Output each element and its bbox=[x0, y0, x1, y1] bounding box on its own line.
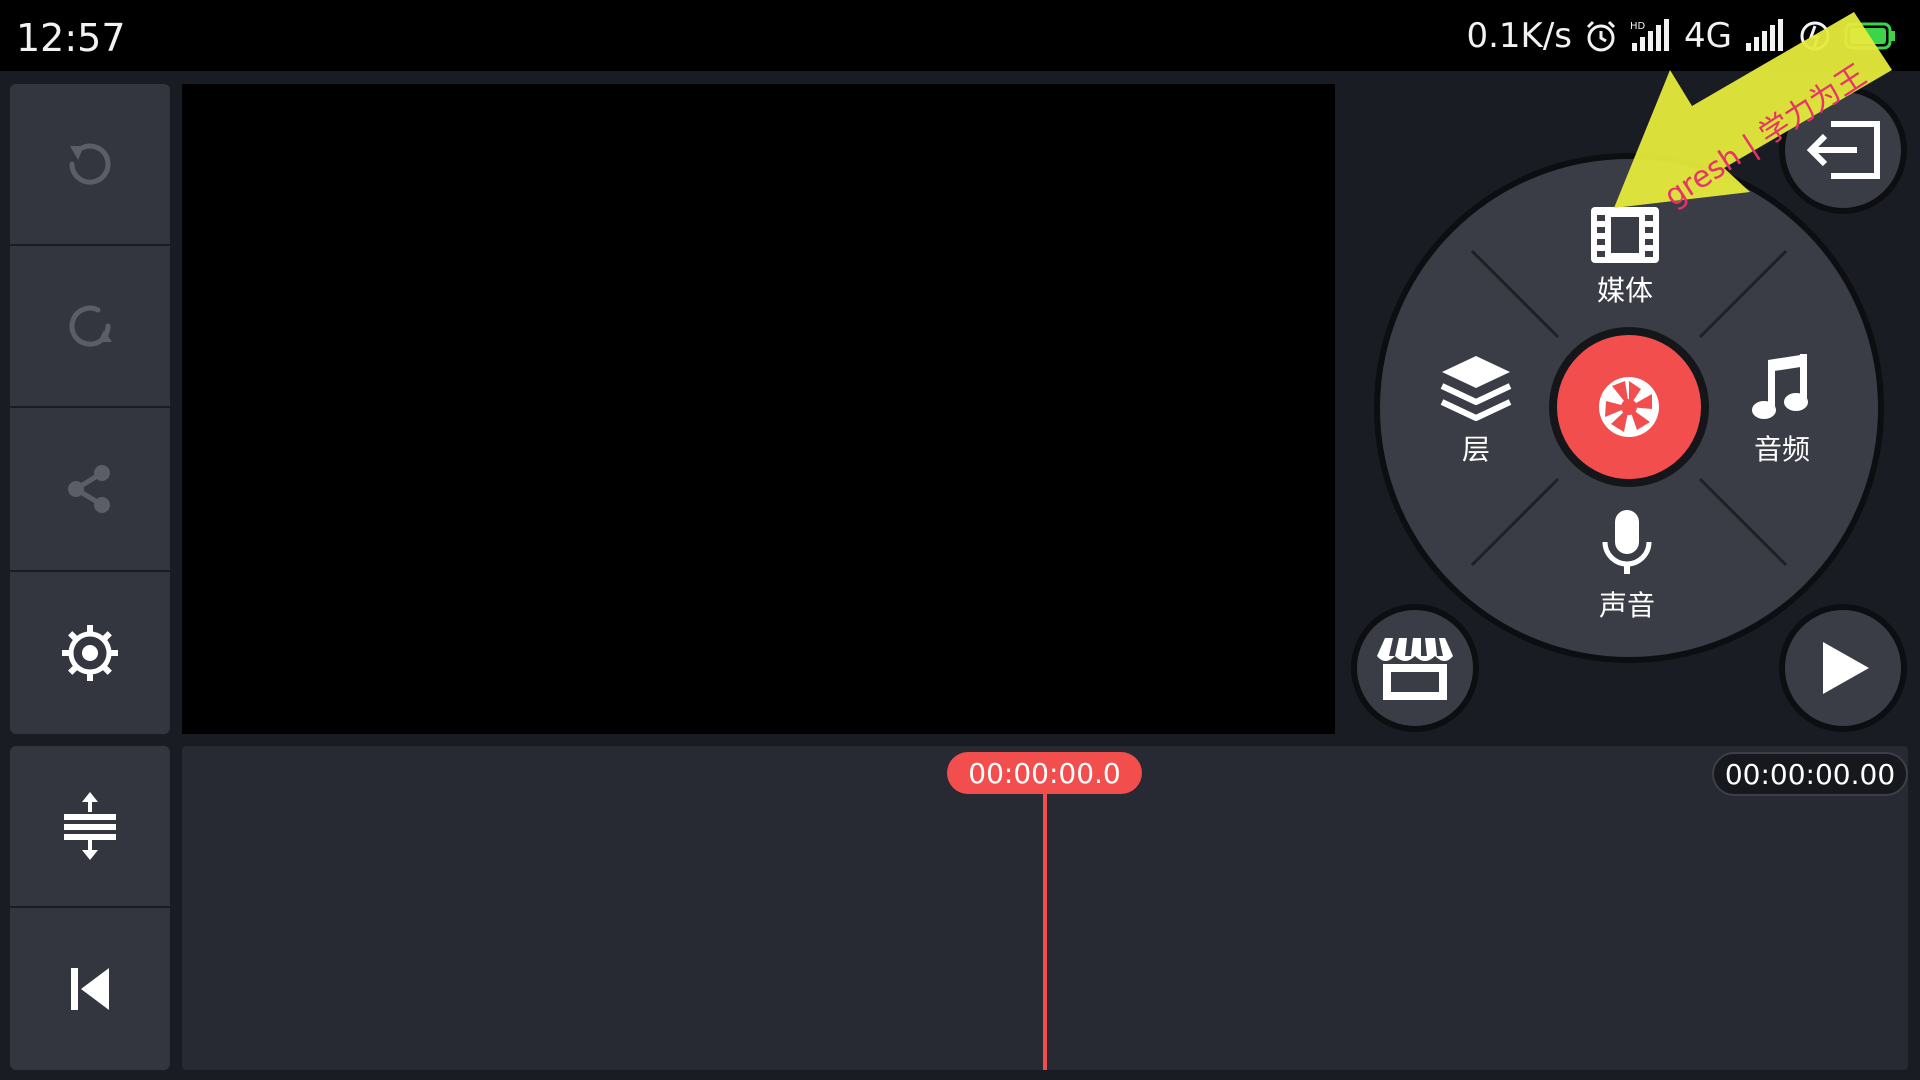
voice-menu-item[interactable]: 声音 bbox=[1599, 508, 1655, 624]
play-button[interactable] bbox=[1779, 604, 1907, 732]
voice-label: 声音 bbox=[1599, 589, 1656, 622]
microphone-icon bbox=[1602, 510, 1652, 574]
undo-icon bbox=[69, 143, 111, 185]
video-preview bbox=[182, 84, 1335, 734]
audio-menu-item[interactable]: 音频 bbox=[1750, 352, 1814, 468]
asset-store-button[interactable] bbox=[1351, 604, 1479, 732]
share-icon bbox=[68, 465, 110, 513]
gear-icon bbox=[62, 625, 118, 681]
go-to-start-button[interactable] bbox=[10, 908, 170, 1070]
layers-icon bbox=[1440, 356, 1512, 421]
record-button[interactable] bbox=[1549, 327, 1709, 487]
network-speed: 0.1K/s bbox=[1466, 16, 1573, 56]
camera-shutter-icon bbox=[1599, 377, 1659, 437]
redo-icon bbox=[69, 305, 112, 347]
media-label: 媒体 bbox=[1596, 274, 1653, 307]
store-icon bbox=[1377, 638, 1453, 700]
status-time: 12:57 bbox=[16, 16, 126, 60]
redo-button[interactable] bbox=[10, 246, 170, 406]
play-icon bbox=[1823, 642, 1869, 694]
skip-to-start-icon bbox=[71, 968, 109, 1010]
music-note-icon bbox=[1752, 354, 1808, 419]
track-height-button[interactable] bbox=[10, 746, 170, 906]
expand-tracks-icon bbox=[64, 792, 116, 860]
audio-label: 音频 bbox=[1753, 433, 1810, 466]
playhead-line[interactable] bbox=[1043, 790, 1047, 1070]
layer-label: 层 bbox=[1461, 433, 1490, 466]
settings-button[interactable] bbox=[10, 572, 170, 734]
playhead-time[interactable]: 00:00:00.0 bbox=[947, 752, 1142, 794]
undo-button[interactable] bbox=[10, 84, 170, 244]
media-menu-item[interactable]: 媒体 bbox=[1589, 205, 1661, 309]
share-button[interactable] bbox=[10, 408, 170, 570]
layer-menu-item[interactable]: 层 bbox=[1440, 352, 1512, 468]
project-duration: 00:00:00.00 bbox=[1712, 752, 1908, 796]
